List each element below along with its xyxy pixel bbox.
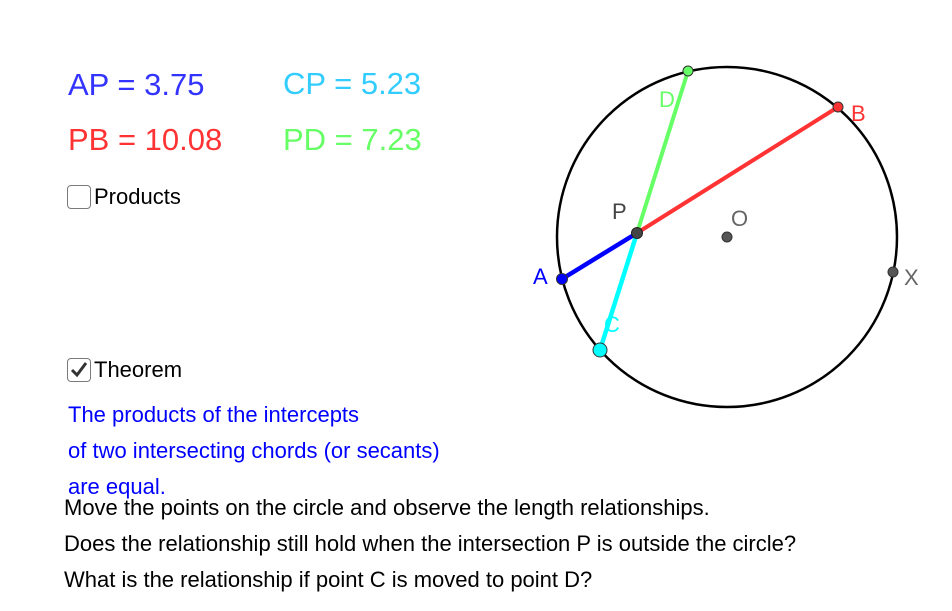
label-p: P (612, 199, 627, 224)
point-a[interactable] (556, 273, 568, 285)
point-d[interactable] (682, 65, 694, 77)
products-checkbox[interactable] (67, 185, 91, 209)
point-o[interactable] (721, 231, 733, 243)
point-c[interactable] (592, 342, 608, 358)
theorem-checkbox[interactable] (67, 358, 91, 382)
label-a: A (533, 264, 548, 289)
point-p[interactable] (631, 227, 643, 239)
products-checkbox-row[interactable]: Products (67, 184, 181, 210)
instruction-line: What is the relationship if point C is m… (64, 567, 593, 592)
label-x: X (904, 265, 919, 290)
theorem-checkbox-label[interactable]: Theorem (94, 357, 182, 383)
label-d: D (659, 87, 675, 112)
measurement-pd: PD = 7.23 (283, 122, 422, 157)
label-c: C (604, 312, 620, 337)
theorem-checkbox-row[interactable]: Theorem (67, 357, 182, 383)
instruction-line: Does the relationship still hold when th… (64, 531, 797, 556)
measurement-pb: PB = 10.08 (68, 122, 223, 157)
instructions: Move the points on the circle and observ… (64, 490, 796, 598)
measurement-cp: CP = 5.23 (283, 66, 422, 101)
checkmark-icon (70, 362, 88, 378)
products-checkbox-label[interactable]: Products (94, 184, 181, 210)
segment-cp (597, 232, 640, 351)
instruction-line: Move the points on the circle and observ… (64, 495, 710, 520)
measurement-ap: AP = 3.75 (68, 67, 205, 102)
point-b[interactable] (832, 101, 844, 113)
theorem-text: The products of the intercepts of two in… (68, 397, 440, 505)
segment-pb (635, 105, 840, 235)
point-x[interactable] (887, 266, 899, 278)
label-o: O (731, 206, 748, 231)
segment-pd (635, 70, 690, 234)
theorem-line: of two intersecting chords (or secants) (68, 438, 440, 463)
theorem-line: The products of the intercepts (68, 402, 360, 427)
label-b: B (851, 101, 866, 126)
segment-ap (560, 231, 639, 281)
